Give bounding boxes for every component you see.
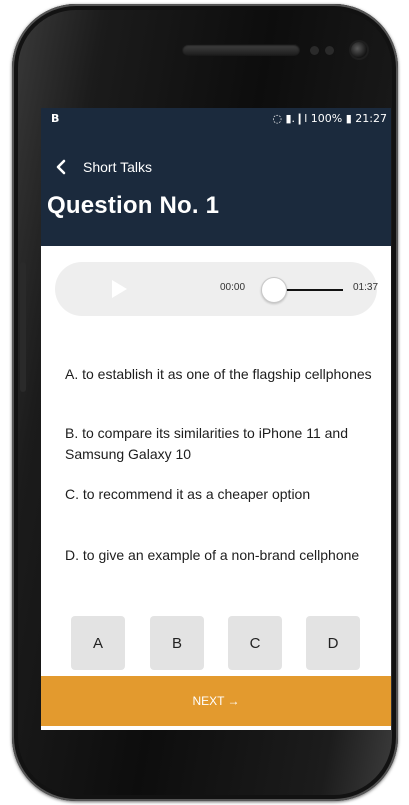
answer-c-button[interactable]: C [228, 616, 282, 670]
option-d-text: D. to give an example of a non-brand cel… [65, 547, 360, 563]
duration: 01:37 [353, 282, 379, 293]
back-button[interactable]: Short Talks [53, 158, 152, 176]
status-bar: B ◌ ▮.❙l 100% ▮ 21:27 [41, 108, 391, 130]
play-icon[interactable] [109, 279, 129, 299]
option-b-text: B. to compare its similarities to iPhone… [65, 425, 348, 462]
audio-player: 00:00 01:37 [55, 262, 379, 316]
progress-slider-thumb[interactable] [261, 277, 287, 303]
page-title: Question No. 1 [47, 192, 220, 219]
clock: 21:27 [355, 112, 387, 125]
signal-icon: ▮.❙l [285, 112, 308, 125]
phone-sensor [325, 46, 334, 55]
phone-speaker [182, 44, 300, 56]
answer-d-button[interactable]: D [306, 616, 360, 670]
next-button[interactable]: NEXT → [41, 676, 391, 726]
answer-b-button[interactable]: B [150, 616, 204, 670]
battery-percent: 100% [310, 112, 343, 125]
wifi-icon: ◌ [272, 112, 282, 125]
status-right-text: ◌ ▮.❙l 100% ▮ 21:27 [272, 112, 387, 125]
option-c-text: C. to recommend it as a cheaper option [65, 486, 311, 502]
phone-side-button [20, 262, 26, 392]
option-a-text: A. to establish it as one of the flagshi… [65, 366, 372, 382]
phone-sensor [310, 46, 319, 55]
battery-icon: ▮ [345, 112, 352, 125]
notification-icon: B [51, 112, 60, 125]
phone-camera [351, 42, 367, 58]
back-label: Short Talks [83, 159, 152, 175]
chevron-left-icon[interactable] [53, 158, 71, 176]
current-time: 00:00 [220, 282, 246, 293]
app-screen: B ◌ ▮.❙l 100% ▮ 21:27 Short Talks Questi… [41, 108, 391, 730]
app-header: Short Talks Question No. 1 [41, 130, 391, 246]
answer-a-button[interactable]: A [71, 616, 125, 670]
